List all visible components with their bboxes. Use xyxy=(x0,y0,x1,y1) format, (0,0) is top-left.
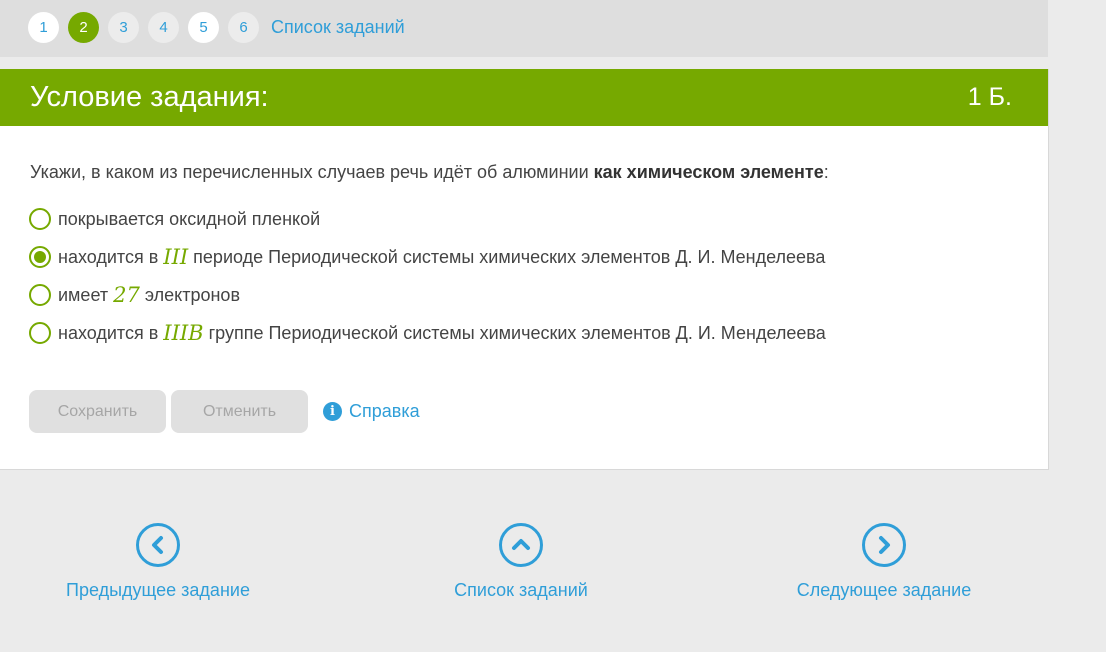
option-text: находится в xyxy=(58,322,159,343)
page-button-3[interactable]: 3 xyxy=(108,12,139,43)
task-actions: Сохранить Отменить i Справка xyxy=(29,390,420,433)
radio-button[interactable] xyxy=(29,284,51,306)
answer-options: покрывается оксидной пленкой находится в… xyxy=(29,200,826,352)
chevron-up-icon xyxy=(499,523,543,567)
help-label: Справка xyxy=(349,401,420,421)
page-button-1[interactable]: 1 xyxy=(28,12,59,43)
task-list-link[interactable]: Список заданий xyxy=(271,17,405,38)
option-text: имеет xyxy=(58,284,109,305)
page-button-6[interactable]: 6 xyxy=(228,12,259,43)
help-link[interactable]: i Справка xyxy=(323,401,420,422)
question-text-bold: как химическом элементе xyxy=(593,162,824,182)
answer-option-3[interactable]: имеет 27 электронов xyxy=(29,276,826,314)
option-text-rest: периоде Периодической системы химических… xyxy=(193,246,826,267)
option-text: находится в xyxy=(58,246,159,267)
info-icon: i xyxy=(323,402,342,421)
option-math: IIIB xyxy=(163,321,204,345)
answer-option-1[interactable]: покрывается оксидной пленкой xyxy=(29,200,826,238)
task-title: Условие задания: xyxy=(30,81,269,113)
next-task-label: Следующее задание xyxy=(796,580,972,600)
page-button-2[interactable]: 2 xyxy=(68,12,99,43)
next-task-nav[interactable]: Следующее задание xyxy=(764,523,1004,601)
page-button-4[interactable]: 4 xyxy=(148,12,179,43)
task-card-header: Условие задания: 1 Б. xyxy=(0,69,1048,126)
previous-task-label: Предыдущее задание xyxy=(66,580,250,600)
radio-button[interactable] xyxy=(29,322,51,344)
option-text-rest: группе Периодической системы химических … xyxy=(208,322,826,343)
task-points: 1 Б. xyxy=(967,83,1012,111)
question-text-start: Укажи, в каком из перечисленных случаев … xyxy=(30,162,594,182)
answer-option-2[interactable]: находится в III периоде Периодической си… xyxy=(29,238,826,276)
radio-button[interactable] xyxy=(29,208,51,230)
task-card: Условие задания: 1 Б. Укажи, в каком из … xyxy=(0,69,1049,470)
task-list-label: Список заданий xyxy=(454,580,588,600)
chevron-right-icon xyxy=(862,523,906,567)
save-button[interactable]: Сохранить xyxy=(29,390,166,433)
radio-button-checked[interactable] xyxy=(29,246,51,268)
option-text: покрывается оксидной пленкой xyxy=(58,208,321,229)
option-math: 27 xyxy=(113,283,140,307)
question-text: Укажи, в каком из перечисленных случаев … xyxy=(30,162,829,183)
chevron-left-icon xyxy=(136,523,180,567)
option-math: III xyxy=(163,245,189,269)
question-text-end: : xyxy=(823,162,829,182)
previous-task-nav[interactable]: Предыдущее задание xyxy=(38,523,278,601)
pager: 1 2 3 4 5 6 Список заданий xyxy=(28,12,405,43)
option-text-rest: электронов xyxy=(144,284,241,305)
task-pager-bar: 1 2 3 4 5 6 Список заданий xyxy=(0,0,1048,57)
task-list-nav[interactable]: Список заданий xyxy=(401,523,641,601)
answer-option-4[interactable]: находится в IIIB группе Периодической си… xyxy=(29,314,826,352)
cancel-button[interactable]: Отменить xyxy=(171,390,308,433)
page-button-5[interactable]: 5 xyxy=(188,12,219,43)
